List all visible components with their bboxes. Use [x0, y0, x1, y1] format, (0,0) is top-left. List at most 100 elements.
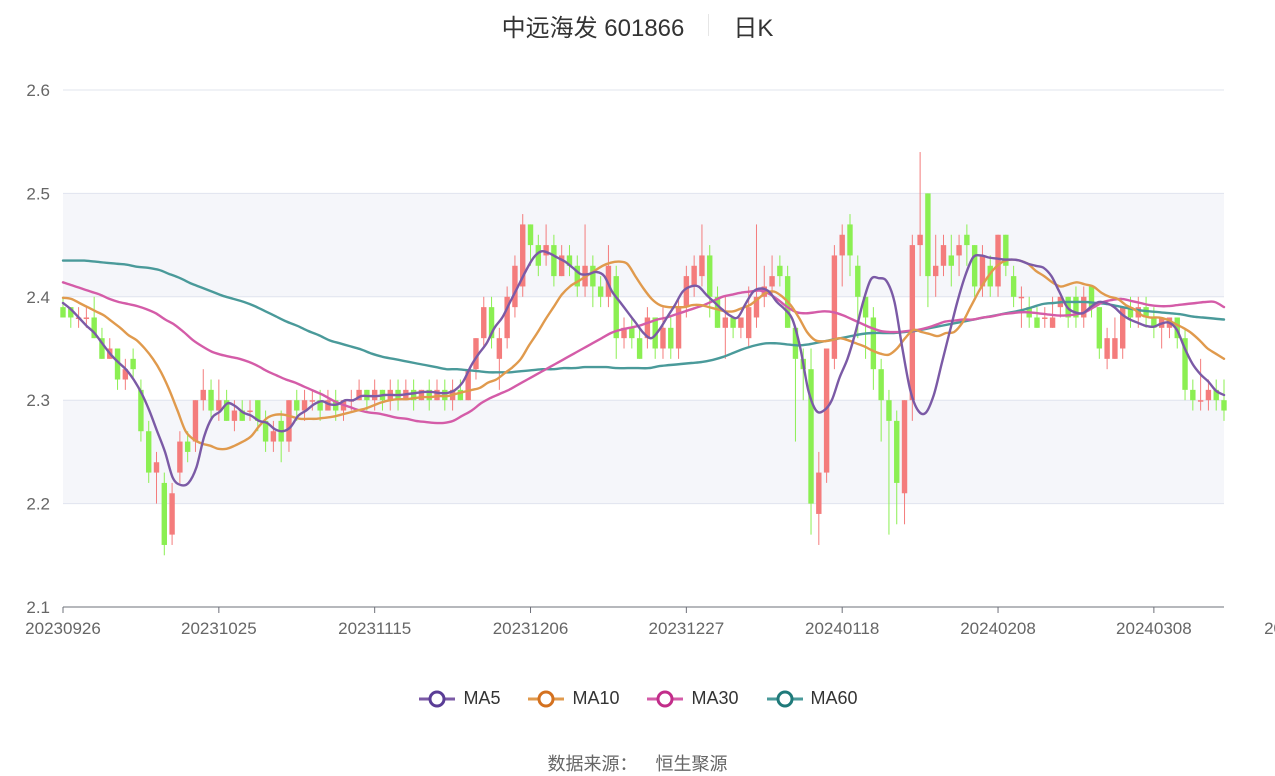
- candle-body: [231, 410, 238, 421]
- y-tick-label: 2.1: [26, 598, 50, 617]
- candle-body: [668, 327, 674, 349]
- candle-body: [551, 245, 557, 277]
- x-tick-label: 20240328: [1264, 619, 1275, 638]
- legend-line-circle-icon: [647, 690, 684, 707]
- candle-body: [855, 265, 861, 297]
- candle-body: [683, 276, 690, 308]
- candle-body: [964, 234, 970, 246]
- candle-body: [917, 234, 923, 246]
- candle-body: [1221, 400, 1227, 411]
- candle-body: [707, 255, 713, 297]
- legend-label: MA60: [810, 688, 858, 708]
- legend-line-circle-icon: [766, 690, 803, 707]
- legend-line-circle-icon: [528, 690, 565, 707]
- x-tick-label: 20240118: [805, 619, 879, 638]
- data-source: 数据来源： 恒生聚源: [0, 750, 1275, 776]
- candle-body: [153, 462, 160, 473]
- candle-body: [597, 286, 604, 297]
- legend-item-ma30[interactable]: MA30: [645, 688, 739, 709]
- candle-body: [909, 245, 916, 401]
- candle-body: [1205, 389, 1212, 401]
- candle-body: [691, 265, 697, 287]
- candle-body: [722, 317, 729, 328]
- candle-body: [956, 245, 962, 256]
- plot-band: [63, 503, 1224, 607]
- candle-body: [886, 400, 892, 421]
- candle-body: [948, 255, 954, 266]
- candle-body: [629, 327, 635, 339]
- x-tick-label: 20230926: [25, 619, 101, 638]
- candle-body: [294, 400, 300, 411]
- kline-chart: 2.1 2.2 2.3 2.4 2.5 2.6 20230926 20231025 202311…: [25, 81, 1275, 638]
- candle-body: [161, 482, 167, 545]
- candle-body: [1096, 307, 1103, 349]
- y-tick-label: 2.5: [26, 184, 50, 203]
- x-tick-label: 20240308: [1116, 619, 1192, 638]
- x-tick-label: 20240208: [960, 619, 1036, 638]
- candle-body: [527, 224, 534, 246]
- candle-body: [270, 431, 277, 442]
- candle-body: [177, 441, 183, 473]
- legend-item-ma10[interactable]: MA10: [526, 688, 619, 709]
- candle-body: [738, 317, 744, 328]
- candle-body: [699, 255, 705, 277]
- x-tick-label: 20231206: [493, 619, 569, 638]
- candle-body: [1049, 317, 1056, 328]
- candle-body: [878, 369, 884, 401]
- legend-label: MA30: [691, 688, 739, 708]
- candle-body: [769, 276, 775, 287]
- x-tick-label: 20231227: [649, 619, 725, 638]
- y-tick-label: 2.2: [26, 495, 50, 514]
- candle-body: [192, 400, 199, 442]
- x-tick-label: 20231115: [338, 619, 411, 638]
- candle-body: [286, 400, 292, 442]
- candle-body: [894, 420, 900, 483]
- candle-body: [496, 338, 503, 359]
- candle-body: [1112, 338, 1118, 359]
- candle-body: [714, 296, 721, 328]
- candle-body: [1018, 296, 1025, 299]
- plot-band: [63, 90, 1224, 194]
- candle-body: [613, 276, 619, 339]
- candle-body: [660, 327, 666, 349]
- y-tick-label: 2.3: [26, 391, 50, 410]
- legend-label: MA10: [572, 688, 620, 708]
- candle-body: [83, 317, 90, 319]
- candle-body: [870, 317, 877, 370]
- candle-body: [777, 265, 783, 277]
- candle-body: [247, 410, 253, 413]
- y-tick-label: 2.4: [26, 288, 50, 307]
- y-tick-label: 2.6: [26, 81, 50, 100]
- candle-body: [940, 245, 947, 266]
- candle-body: [1197, 400, 1204, 402]
- source-label: 数据来源：: [547, 754, 638, 774]
- legend-item-ma5[interactable]: MA5: [417, 688, 500, 709]
- candle-body: [1034, 317, 1040, 328]
- candle-body: [130, 358, 136, 370]
- candle-body: [847, 224, 853, 256]
- candle-body: [1010, 276, 1017, 297]
- chart-legend: MA5 MA10 MA30 MA60: [0, 688, 1275, 709]
- candle-body: [745, 307, 752, 339]
- candle-body: [839, 234, 845, 256]
- candle-body: [169, 493, 175, 535]
- candle-body: [816, 472, 822, 514]
- candle-body: [995, 234, 1001, 287]
- candle-body: [831, 255, 838, 359]
- candle-body: [208, 389, 214, 411]
- candle-body: [590, 265, 596, 287]
- candle-body: [971, 245, 978, 287]
- candle-body: [1190, 389, 1196, 401]
- candle-body: [925, 193, 931, 277]
- candle-body: [481, 307, 487, 339]
- candle-body: [184, 441, 191, 452]
- source-name: 恒生聚源: [655, 754, 728, 774]
- legend-label: MA5: [463, 688, 501, 708]
- candle-body: [636, 338, 643, 359]
- plot-band: [63, 296, 1224, 401]
- legend-item-ma60[interactable]: MA60: [765, 688, 858, 709]
- x-tick-label: 20231025: [181, 619, 257, 638]
- candle-body: [1104, 338, 1110, 359]
- candle-body: [200, 389, 206, 401]
- candle-body: [146, 431, 152, 473]
